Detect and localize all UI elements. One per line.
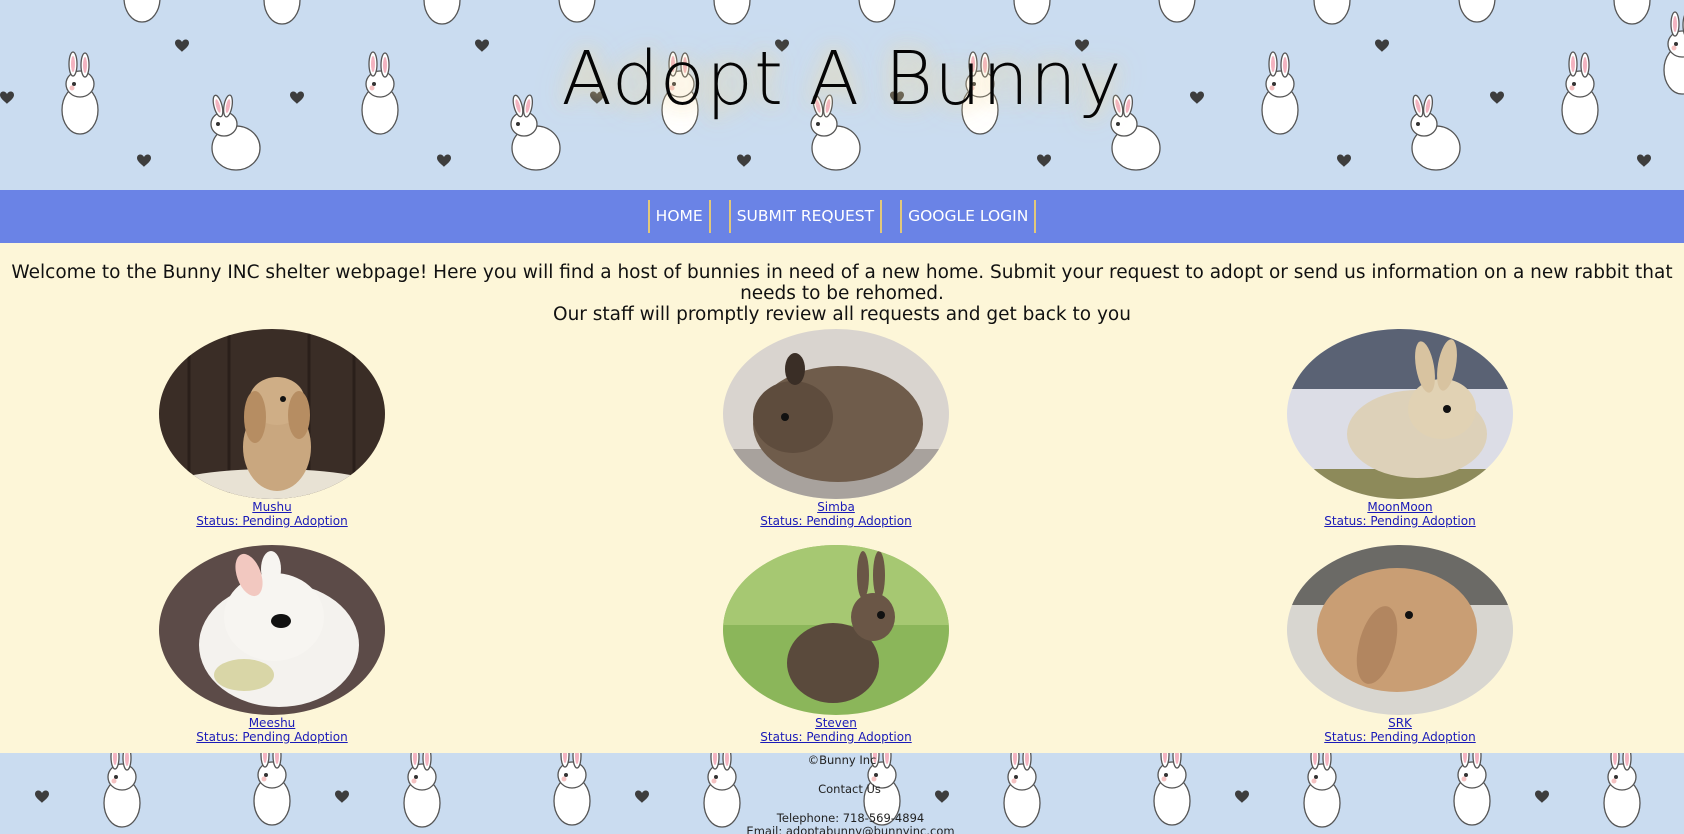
bunny-status-link[interactable]: Status: Pending Adoption [152, 514, 392, 528]
bunny-card: SRK Status: Pending Adoption [1280, 545, 1520, 744]
bunny-card: Meeshu Status: Pending Adoption [152, 545, 392, 744]
bunny-card: MoonMoon Status: Pending Adoption [1280, 329, 1520, 528]
email-text: Email: adoptabunny@bunnyinc.com [746, 824, 955, 834]
site-title: Adopt A Bunny [561, 36, 1123, 122]
main-nav: HOME SUBMIT REQUEST GOOGLE LOGIN [0, 190, 1684, 243]
bunny-card: Steven Status: Pending Adoption [716, 545, 956, 744]
nav-home-link[interactable]: HOME [647, 200, 711, 233]
bunny-status-link[interactable]: Status: Pending Adoption [1280, 730, 1520, 744]
bunny-photo[interactable] [723, 545, 949, 715]
contact-heading: Contact Us [818, 782, 881, 796]
bunny-name-link[interactable]: SRK [1280, 716, 1520, 730]
nav-google-login-link[interactable]: GOOGLE LOGIN [900, 200, 1037, 233]
bunny-name-link[interactable]: Mushu [152, 500, 392, 514]
header-banner: Adopt A Bunny [0, 0, 1684, 190]
bunny-photo[interactable] [723, 329, 949, 499]
bunny-name-link[interactable]: MoonMoon [1280, 500, 1520, 514]
bunny-photo[interactable] [159, 545, 385, 715]
bunny-status-link[interactable]: Status: Pending Adoption [716, 730, 956, 744]
bunny-card: Simba Status: Pending Adoption [716, 329, 956, 528]
bunny-name-link[interactable]: Steven [716, 716, 956, 730]
bunny-photo[interactable] [1287, 329, 1513, 499]
bunny-status-link[interactable]: Status: Pending Adoption [152, 730, 392, 744]
bunny-name-link[interactable]: Meeshu [152, 716, 392, 730]
nav-submit-request-link[interactable]: SUBMIT REQUEST [728, 200, 883, 233]
bunny-photo[interactable] [159, 329, 385, 499]
footer: ©Bunny Inc Contact Us Telephone: 718-569… [0, 753, 1684, 834]
welcome-line-2: Our staff will promptly review all reque… [553, 304, 1131, 325]
bunny-name-link[interactable]: Simba [716, 500, 956, 514]
bunny-photo[interactable] [1287, 545, 1513, 715]
bunny-card: Mushu Status: Pending Adoption [152, 329, 392, 528]
telephone-text: Telephone: 718-569-4894 [776, 811, 925, 825]
welcome-message: Welcome to the Bunny INC shelter webpage… [0, 262, 1684, 325]
bunny-status-link[interactable]: Status: Pending Adoption [1280, 514, 1520, 528]
bunny-status-link[interactable]: Status: Pending Adoption [716, 514, 956, 528]
copyright-text: ©Bunny Inc [807, 753, 877, 767]
welcome-line-1: Welcome to the Bunny INC shelter webpage… [11, 262, 1673, 304]
